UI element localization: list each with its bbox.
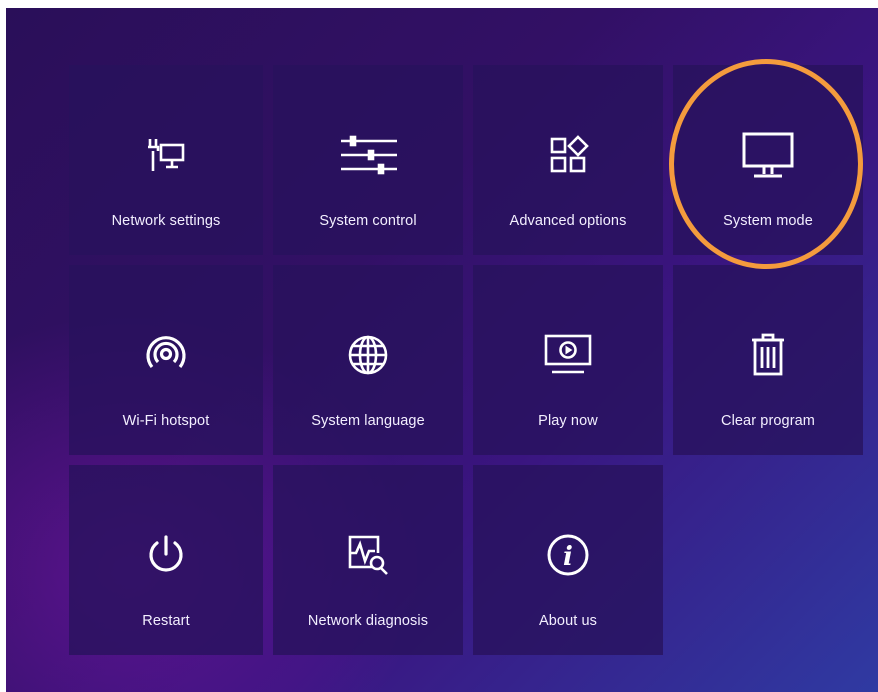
tile-play-now[interactable]: Play now bbox=[473, 265, 663, 455]
diagnosis-icon bbox=[342, 531, 394, 579]
svg-text:i: i bbox=[563, 542, 573, 572]
tile-system-mode[interactable]: System mode bbox=[673, 65, 863, 255]
network-settings-icon bbox=[140, 131, 192, 179]
play-screen-icon bbox=[542, 331, 594, 379]
tile-label: Network settings bbox=[111, 213, 221, 229]
tile-system-control[interactable]: System control bbox=[273, 65, 463, 255]
tile-about-us[interactable]: i About us bbox=[473, 465, 663, 655]
tile-network-diagnosis[interactable]: Network diagnosis bbox=[273, 465, 463, 655]
apps-grid-icon bbox=[542, 131, 594, 179]
tile-clear-program[interactable]: Clear program bbox=[673, 265, 863, 455]
sliders-icon bbox=[341, 131, 397, 179]
power-icon bbox=[140, 531, 192, 579]
tile-label: System mode bbox=[723, 213, 813, 229]
tile-label: System language bbox=[311, 413, 425, 429]
monitor-icon bbox=[742, 131, 794, 179]
hotspot-icon bbox=[140, 331, 192, 379]
settings-screen: Network settings System control Advanced… bbox=[6, 8, 878, 692]
info-icon: i bbox=[542, 531, 594, 579]
tile-label: Wi-Fi hotspot bbox=[122, 413, 210, 429]
tile-network-settings[interactable]: Network settings bbox=[69, 65, 263, 255]
tile-advanced-options[interactable]: Advanced options bbox=[473, 65, 663, 255]
tile-wifi-hotspot[interactable]: Wi-Fi hotspot bbox=[69, 265, 263, 455]
tile-label: Clear program bbox=[721, 413, 815, 429]
tile-system-language[interactable]: System language bbox=[273, 265, 463, 455]
tile-label: Network diagnosis bbox=[307, 613, 429, 629]
tile-label: System control bbox=[319, 213, 417, 229]
tile-label: Advanced options bbox=[509, 213, 627, 229]
tile-label: About us bbox=[538, 613, 598, 629]
tile-label: Play now bbox=[538, 413, 598, 429]
tile-label: Restart bbox=[142, 613, 190, 629]
globe-icon bbox=[342, 331, 394, 379]
tile-restart[interactable]: Restart bbox=[69, 465, 263, 655]
trash-icon bbox=[742, 331, 794, 379]
